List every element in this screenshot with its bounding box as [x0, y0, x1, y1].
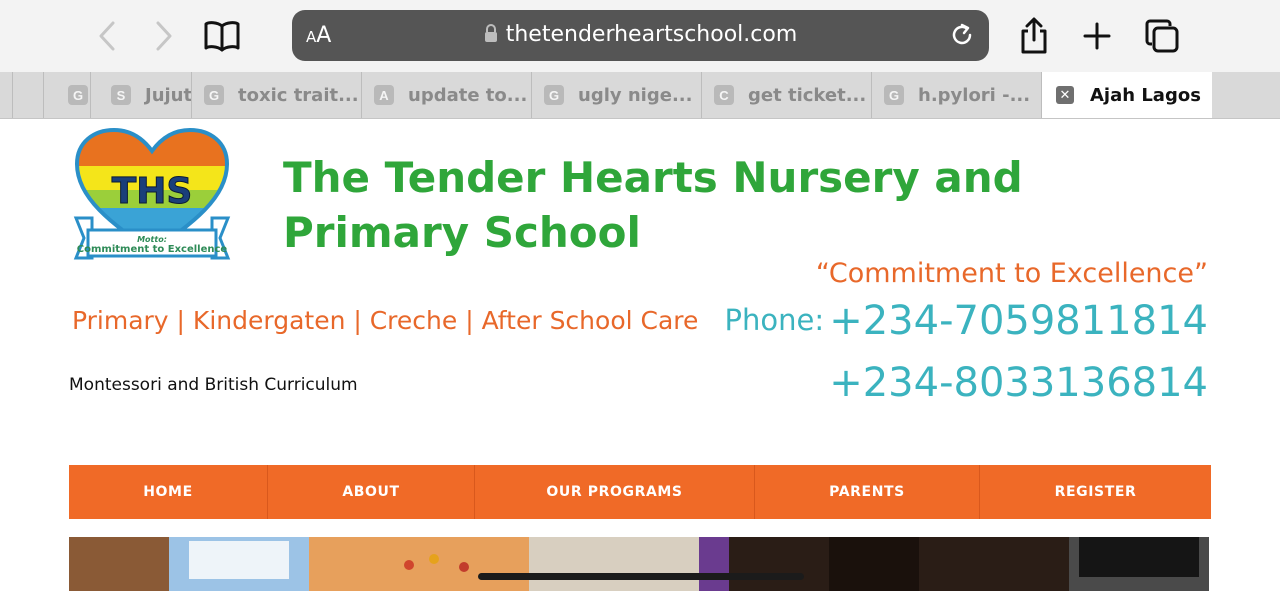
phone-number-1[interactable]: +234-7059811814	[829, 298, 1208, 344]
share-button[interactable]	[1012, 14, 1056, 58]
home-indicator[interactable]	[478, 573, 804, 580]
back-button[interactable]	[86, 14, 130, 58]
tab-2[interactable]: G toxic trait...	[192, 72, 362, 118]
site-title[interactable]: The Tender Hearts Nursery and Primary Sc…	[283, 150, 1163, 260]
favicon-icon: G	[884, 85, 904, 105]
forward-button[interactable]	[141, 14, 185, 58]
logo-motto-caption: Motto:	[137, 235, 167, 244]
nav-our-programs[interactable]: OUR PROGRAMS	[475, 465, 755, 519]
hero-image	[69, 537, 1209, 591]
address-bar[interactable]: AA thetenderheartschool.com	[292, 10, 989, 61]
chevron-left-icon	[99, 21, 115, 51]
nav-parents[interactable]: PARENTS	[755, 465, 980, 519]
phone-number-2[interactable]: +234-8033136814	[829, 360, 1208, 406]
tab-label: get ticket...	[748, 84, 867, 106]
share-icon	[1021, 17, 1047, 54]
url-text: thetenderheartschool.com	[505, 22, 798, 47]
tab-7-active[interactable]: ✕ Ajah Lagos	[1042, 72, 1212, 118]
tab-edge	[13, 72, 44, 118]
tab-label: update to...	[408, 84, 528, 106]
tab-6[interactable]: G h.pylori -...	[872, 72, 1042, 118]
programs-list: Primary | Kindergaten | Creche | After S…	[72, 306, 699, 335]
nav-about[interactable]: ABOUT	[268, 465, 475, 519]
reload-icon	[952, 23, 972, 45]
favicon-icon: S	[111, 85, 131, 105]
tab-label: toxic trait...	[238, 84, 359, 106]
tab-3[interactable]: A update to...	[362, 72, 532, 118]
site-motto: “Commitment to Excellence”	[815, 258, 1208, 289]
school-logo[interactable]: THS Motto: Commitment to Excellence	[72, 126, 232, 262]
new-tab-button[interactable]	[1075, 14, 1119, 58]
browser-toolbar: AA thetenderheartschool.com	[0, 0, 1280, 72]
logo-letters: THS	[112, 171, 193, 212]
tab-5[interactable]: C get ticket...	[702, 72, 872, 118]
favicon-icon: G	[68, 85, 88, 105]
lock-icon	[484, 24, 497, 42]
nav-register[interactable]: REGISTER	[980, 465, 1211, 519]
phone-line-1: Phone: +234-7059811814	[725, 298, 1209, 344]
tab-label: Ajah Lagos	[1090, 84, 1201, 106]
favicon-icon: C	[714, 85, 734, 105]
main-nav: HOME ABOUT OUR PROGRAMS PARENTS REGISTER	[69, 465, 1211, 519]
tab-label: Jujut	[145, 84, 192, 106]
nav-home[interactable]: HOME	[69, 465, 268, 519]
plus-icon	[1083, 22, 1111, 50]
tab-edge	[0, 72, 13, 118]
tabs-icon	[1145, 19, 1179, 53]
tab-4[interactable]: G ugly nige...	[532, 72, 702, 118]
favicon-icon: G	[544, 85, 564, 105]
chevron-right-icon	[156, 21, 172, 51]
favicon-icon: A	[374, 85, 394, 105]
tab-1[interactable]: S Jujut	[91, 72, 192, 118]
curriculum-text: Montessori and British Curriculum	[69, 375, 358, 395]
tab-label: h.pylori -...	[918, 84, 1031, 106]
tab-overview-button[interactable]	[1140, 14, 1184, 58]
logo-motto: Commitment to Excellence	[77, 244, 228, 255]
bookmarks-button[interactable]	[200, 14, 244, 58]
close-tab-icon[interactable]: ✕	[1056, 86, 1074, 104]
tab-0[interactable]: G	[44, 72, 91, 118]
book-icon	[204, 21, 240, 52]
reload-button[interactable]	[949, 22, 975, 53]
phone-label: Phone:	[724, 303, 825, 337]
tab-label: ugly nige...	[578, 84, 693, 106]
favicon-icon: G	[204, 85, 224, 105]
tab-strip: G S Jujut G toxic trait... A update to..…	[0, 72, 1280, 119]
